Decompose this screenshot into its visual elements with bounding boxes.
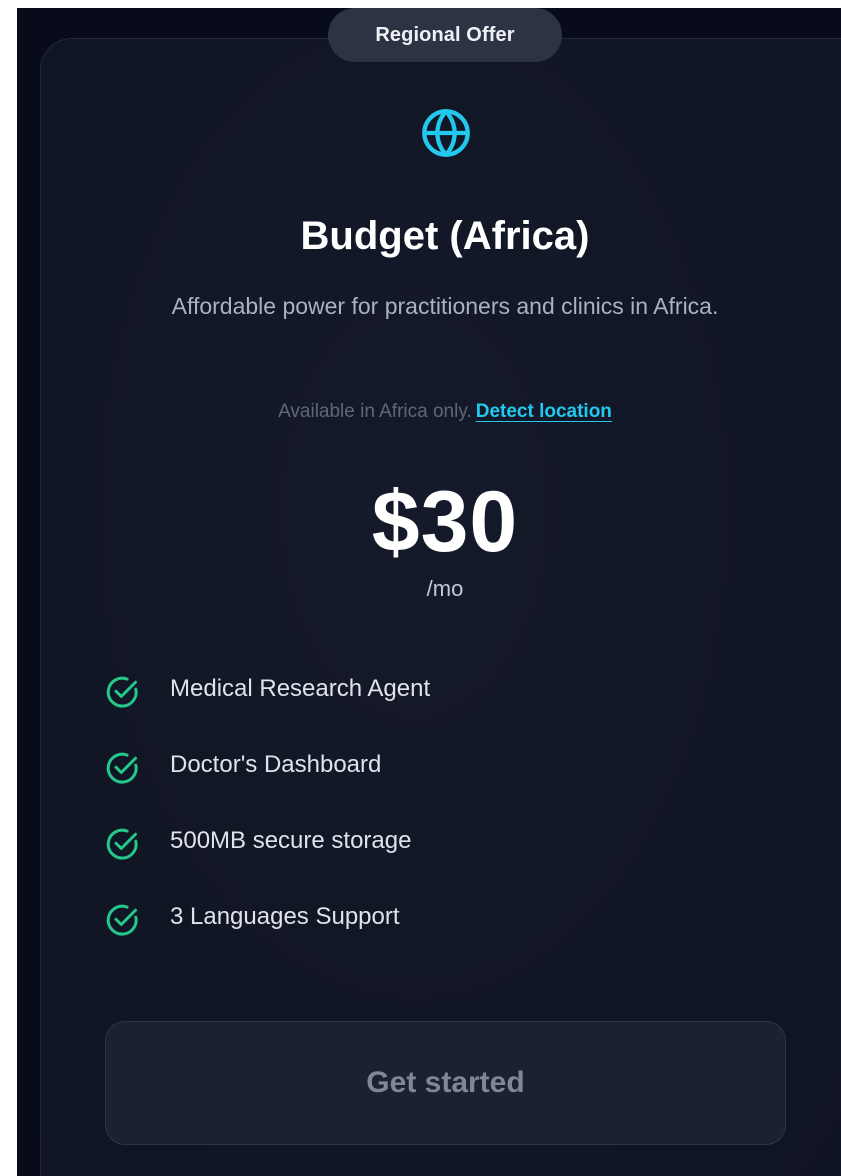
check-circle-icon: [106, 828, 138, 860]
page: Regional Offer Budget (Africa) Affordabl…: [0, 0, 841, 1176]
feature-label: Medical Research Agent: [170, 675, 431, 702]
check-circle-icon: [106, 904, 138, 936]
check-circle-icon: [106, 752, 138, 784]
plan-description: Affordable power for practitioners and c…: [171, 293, 719, 319]
availability-note: Available in Africa only. Detect location: [40, 398, 841, 426]
check-circle-icon: [106, 676, 138, 708]
get-started-button[interactable]: Get started: [105, 1021, 786, 1145]
feature-list: Medical Research Agent Doctor's Dashboar…: [104, 666, 804, 970]
detect-location-link[interactable]: Detect location: [476, 401, 612, 422]
feature-item: Medical Research Agent: [104, 666, 804, 742]
price-period: /mo: [426, 576, 464, 601]
feature-label: Doctor's Dashboard: [170, 751, 382, 778]
plan-price: $30: [371, 474, 519, 570]
get-started-label: Get started: [366, 1066, 525, 1099]
availability-text: Available in Africa only.: [278, 401, 472, 422]
feature-item: 500MB secure storage: [104, 818, 804, 894]
feature-label: 500MB secure storage: [170, 827, 412, 854]
plan-title: Budget (Africa): [300, 214, 590, 258]
regional-offer-badge: Regional Offer: [328, 8, 562, 62]
globe-icon: [422, 109, 470, 157]
feature-label: 3 Languages Support: [170, 903, 400, 930]
feature-item: 3 Languages Support: [104, 894, 804, 970]
badge-label: Regional Offer: [375, 23, 515, 46]
feature-item: Doctor's Dashboard: [104, 742, 804, 818]
